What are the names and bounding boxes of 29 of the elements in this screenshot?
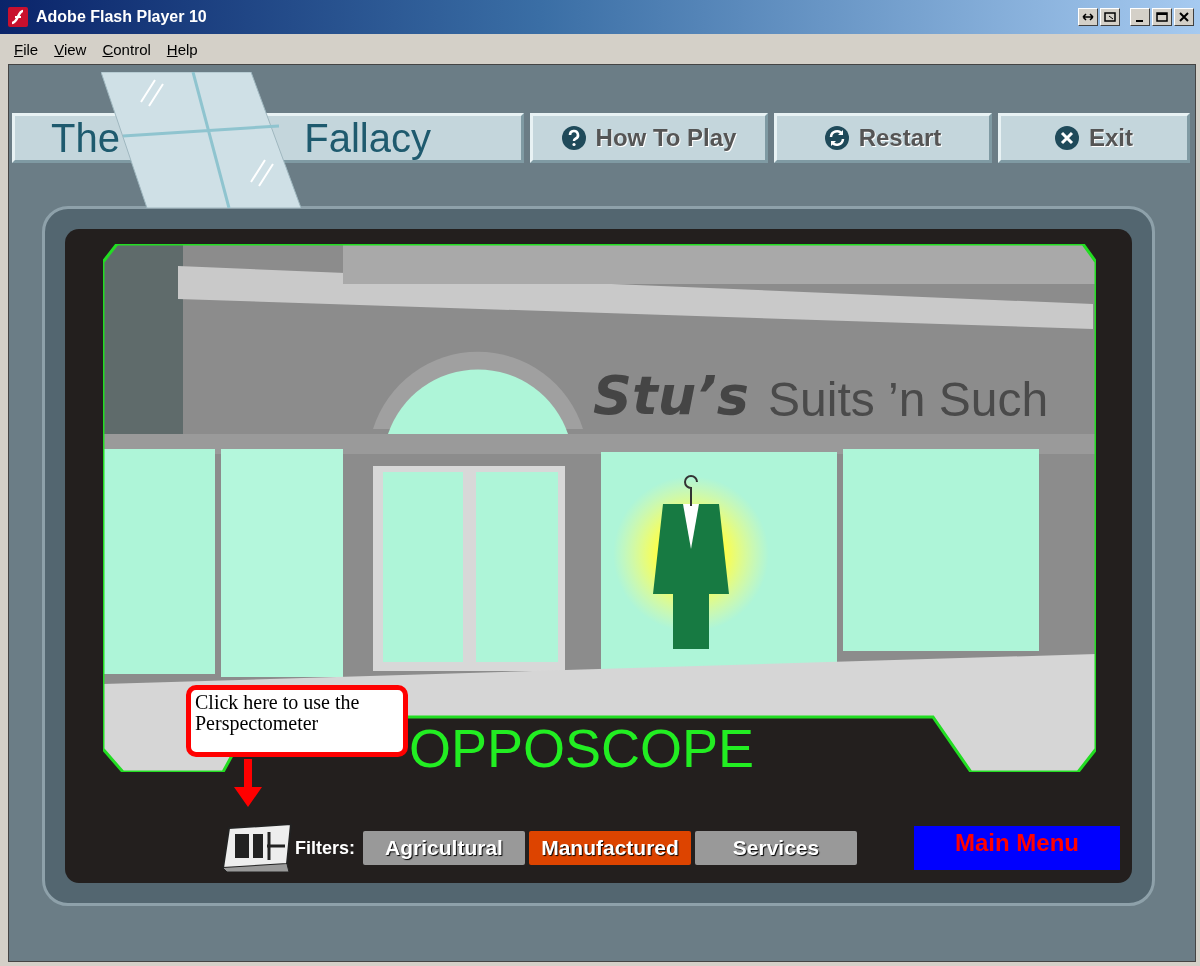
close-icon[interactable] (1174, 8, 1194, 26)
menu-item[interactable]: View (46, 40, 95, 58)
minimize-icon[interactable] (1130, 8, 1150, 26)
header-button[interactable]: Exit (998, 113, 1190, 163)
maximize-icon[interactable] (1152, 8, 1172, 26)
scope-title: OPPOSCOPE (409, 717, 755, 779)
restore-icon[interactable] (1100, 8, 1120, 26)
window-title: Adobe Flash Player 10 (36, 8, 208, 26)
header-button[interactable]: Restart (774, 113, 992, 163)
shop-sign: Suits ’n Such (768, 373, 1049, 426)
menu-item[interactable]: Control (94, 40, 159, 58)
refresh-icon (824, 126, 849, 150)
game-title: The (51, 115, 120, 161)
help-icon (561, 126, 586, 150)
filters-label: Filters: (295, 837, 355, 859)
menu-item[interactable]: Help (158, 40, 206, 58)
header-button[interactable]: How To Play (530, 113, 768, 163)
close-icon (1055, 126, 1079, 150)
down-arrow-icon (233, 759, 263, 807)
shop-sign: Stu’s (593, 364, 749, 427)
menu-item[interactable]: File (6, 40, 47, 58)
callout-tooltip: Click here to use the Perspectometer (186, 685, 408, 757)
filter-button[interactable]: Services (695, 831, 857, 865)
flash-logo-icon (8, 7, 28, 27)
perspectometer-icon[interactable] (221, 824, 293, 872)
resize-icon[interactable] (1078, 8, 1098, 26)
filter-button[interactable]: Manufactured (529, 831, 691, 865)
game-title: Fallacy (304, 115, 431, 161)
filter-button[interactable]: Agricultural (363, 831, 525, 865)
